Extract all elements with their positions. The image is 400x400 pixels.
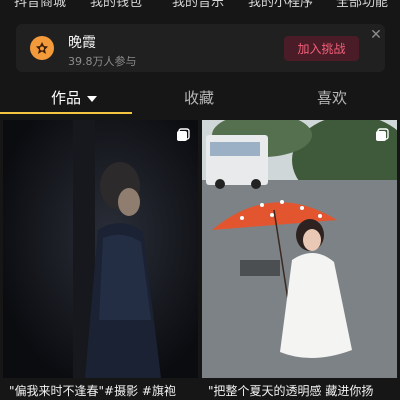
challenge-card[interactable]: 晚霞 39.8万人参与 加入挑战 ✕ (16, 24, 385, 72)
video-grid: "偏我来时不逢春"#摄影 #旗袍 "把整个夏天的透明感 藏进你扬 (0, 120, 400, 400)
video-tile[interactable]: "把整个夏天的透明感 藏进你扬 (202, 120, 397, 400)
join-challenge-button[interactable]: 加入挑战 (284, 36, 359, 61)
profile-tabs: 作品 收藏 喜欢 (0, 78, 400, 116)
fire-badge-icon (30, 36, 54, 60)
video-thumbnail (3, 120, 198, 378)
tab-favorites[interactable]: 收藏 (184, 87, 214, 108)
menu-item-wallet[interactable]: 我的钱包 (90, 0, 142, 10)
multi-image-icon (176, 127, 190, 141)
menu-item-music[interactable]: 我的音乐 (172, 0, 224, 10)
video-thumbnail (202, 120, 397, 378)
challenge-title: 晚霞 (68, 35, 96, 51)
close-icon[interactable]: ✕ (368, 27, 384, 43)
video-caption: "把整个夏天的透明感 藏进你扬 (208, 384, 374, 398)
multi-image-icon (375, 127, 389, 141)
tab-likes-label: 喜欢 (317, 89, 348, 107)
tab-favorites-label: 收藏 (184, 89, 215, 107)
caret-down-icon (87, 95, 98, 102)
video-caption: "偏我来时不逢春"#摄影 #旗袍 (9, 384, 176, 398)
menu-item-mall[interactable]: 抖音商城 (14, 0, 66, 10)
video-tile[interactable]: "偏我来时不逢春"#摄影 #旗袍 (3, 120, 198, 400)
tab-works-label: 作品 (51, 89, 82, 107)
challenge-participants: 39.8万人参与 (68, 55, 137, 68)
menu-item-mini-programs[interactable]: 我的小程序 (248, 0, 313, 10)
tab-works[interactable]: 作品 (51, 87, 98, 108)
menu-item-all-features[interactable]: 全部功能 (336, 0, 388, 10)
top-menu: 抖音商城 我的钱包 我的音乐 我的小程序 全部功能 (0, 0, 400, 10)
active-tab-indicator (0, 112, 132, 114)
tab-likes[interactable]: 喜欢 (317, 87, 347, 108)
